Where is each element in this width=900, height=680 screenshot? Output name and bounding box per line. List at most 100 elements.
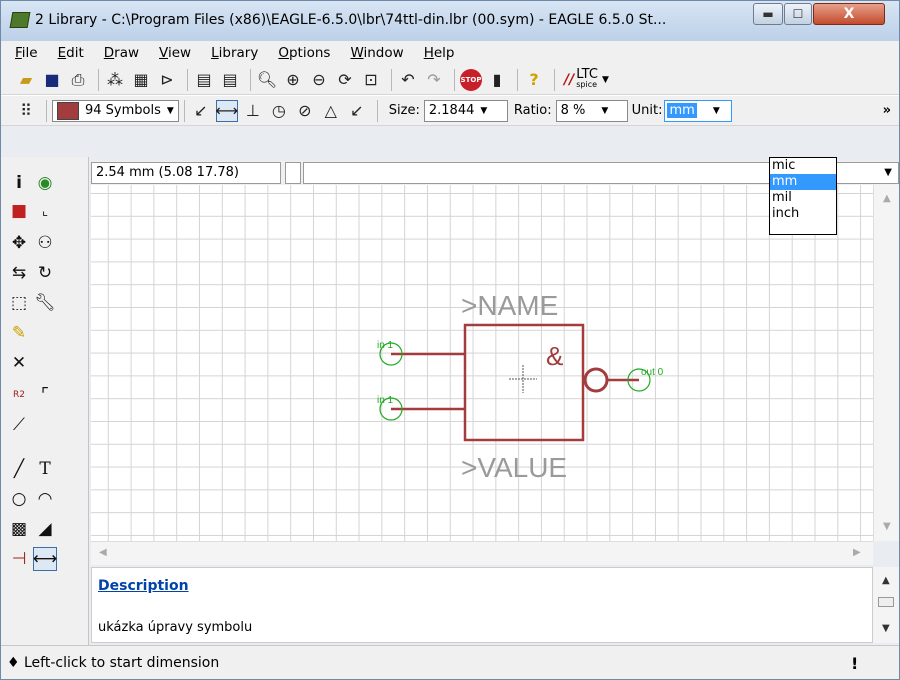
grid-icon[interactable]: ⠿ [15, 100, 37, 122]
save-icon[interactable]: ■ [41, 69, 63, 91]
unit-option-mm[interactable]: mm [770, 174, 836, 190]
zoom-out-icon[interactable]: ⊖ [308, 69, 330, 91]
dimension-icon[interactable]: ⟷ [33, 547, 57, 571]
pin-label-out: out 0 [641, 367, 664, 378]
separator [554, 68, 555, 91]
coordinate-toggle[interactable] [285, 162, 301, 184]
menu-bar: File Edit Draw View Library Options Wind… [1, 41, 899, 65]
stop-command-icon[interactable]: ! [851, 654, 858, 673]
scroll-thumb[interactable] [878, 597, 894, 607]
gate-body[interactable] [463, 323, 585, 442]
horizontal-scrollbar[interactable]: ◀ ▶ [91, 541, 873, 565]
separator [98, 68, 99, 91]
dimension-aligned-icon[interactable]: ↙ [190, 100, 212, 122]
redraw-icon[interactable]: ⟳ [334, 69, 356, 91]
text-icon[interactable]: T [33, 457, 57, 481]
schematic-icon[interactable]: ⊳ [156, 69, 178, 91]
drawing-canvas[interactable]: >NAME >VALUE & in 1 in 1 out 0 [91, 185, 873, 541]
open-icon[interactable]: ▰ [15, 69, 37, 91]
group-icon[interactable]: ⬚ [7, 291, 31, 315]
ltc-logo-icon: // [564, 71, 575, 88]
cam-icon[interactable]: ⁂ [104, 69, 126, 91]
stop-icon[interactable]: STOP [460, 68, 482, 91]
dimension-vertical-icon[interactable]: ⊥ [242, 100, 264, 122]
menu-window[interactable]: Window [340, 45, 413, 61]
size-value: 2.1844 [428, 103, 475, 118]
unit-option-mil[interactable]: mil [770, 190, 836, 206]
wire-icon[interactable]: ╱ [7, 457, 31, 481]
ltc-spice-button[interactable]: // LTC spice ▼ [564, 66, 609, 90]
pin-icon[interactable]: ⊣ [7, 547, 31, 571]
polygon-icon[interactable]: ◢ [33, 517, 57, 541]
scroll-right-icon[interactable]: ▶ [853, 547, 861, 558]
toolbar-overflow-button[interactable]: » [883, 103, 891, 118]
display-layers-icon[interactable]: ■ [7, 199, 31, 223]
app-icon [9, 12, 31, 28]
name-icon[interactable]: R2 [7, 383, 31, 407]
menu-edit[interactable]: Edit [48, 45, 94, 61]
info-icon[interactable]: i [7, 171, 31, 195]
print-icon[interactable]: ⎙ [67, 69, 89, 91]
board-icon[interactable]: ▦ [130, 69, 152, 91]
unit-option-inch[interactable]: inch [770, 206, 836, 222]
zoom-select-icon[interactable]: ⊡ [360, 69, 382, 91]
unit-combo[interactable]: mm ▼ [664, 99, 733, 122]
redo-icon[interactable]: ↷ [423, 69, 445, 91]
vertical-scrollbar[interactable]: ▲ ▼ [873, 185, 899, 541]
layer-combo[interactable]: 94 Symbols ▼ [52, 99, 179, 122]
go-icon[interactable]: ▮ [486, 69, 508, 91]
separator [391, 68, 392, 91]
eagle-window: 2 Library - C:\Program Files (x86)\EAGLE… [0, 0, 900, 680]
paste-icon[interactable]: ✎ [7, 321, 31, 345]
menu-draw[interactable]: Draw [94, 45, 149, 61]
circle-icon[interactable]: ○ [7, 487, 31, 511]
delete-icon[interactable]: ✕ [7, 351, 31, 375]
scroll-left-icon[interactable]: ◀ [99, 547, 107, 558]
ulp-icon[interactable]: ▤ [219, 69, 241, 91]
scroll-down-icon[interactable]: ▼ [882, 623, 890, 634]
change-icon[interactable]: 🔧︎ [33, 291, 57, 315]
menu-file[interactable]: File [5, 45, 48, 61]
dimension-angle-icon[interactable]: △ [320, 100, 342, 122]
help-icon[interactable]: ? [523, 69, 545, 91]
dimension-diameter-icon[interactable]: ⊘ [294, 100, 316, 122]
ltc-main-label: LTC [576, 66, 598, 82]
main-toolbar: ▰ ■ ⎙ ⁂ ▦ ⊳ ▤ ▤ 🔍︎ ⊕ ⊖ ⟳ ⊡ ↶ ↷ STOP ▮ ? … [1, 65, 899, 95]
rect-icon[interactable]: ▩ [7, 517, 31, 541]
ratio-combo[interactable]: 8 % ▼ [555, 99, 628, 122]
mirror-icon[interactable]: ⇆ [7, 261, 31, 285]
copy-icon[interactable]: ⚇ [33, 231, 57, 255]
zoom-fit-icon[interactable]: 🔍︎ [256, 69, 278, 91]
close-button[interactable]: X [813, 3, 885, 25]
scroll-down-icon[interactable]: ▼ [883, 521, 891, 532]
menu-library[interactable]: Library [201, 45, 268, 61]
menu-help[interactable]: Help [414, 45, 465, 61]
unit-option-mic[interactable]: mic [770, 158, 836, 174]
show-icon[interactable]: ◉ [33, 171, 57, 195]
undo-icon[interactable]: ↶ [397, 69, 419, 91]
size-combo[interactable]: 2.1844 ▼ [423, 99, 508, 122]
parameter-toolbar: ⠿ 94 Symbols ▼ ↙ ⟷ ⊥ ◷ ⊘ △ ↙ Size: 2.184… [1, 95, 899, 126]
menu-view[interactable]: View [149, 45, 201, 61]
menu-options[interactable]: Options [268, 45, 340, 61]
script-icon[interactable]: ▤ [193, 69, 215, 91]
dimension-horizontal-icon[interactable]: ⟷ [215, 99, 238, 122]
split-icon[interactable]: ⟋ [7, 413, 31, 437]
scroll-up-icon[interactable]: ▲ [882, 575, 890, 586]
dimension-leader-icon[interactable]: ↙ [346, 100, 368, 122]
dimension-radius-icon[interactable]: ◷ [268, 100, 290, 122]
chevron-down-icon: ▼ [712, 105, 720, 116]
minimize-button[interactable]: ▬ [753, 3, 783, 25]
description-link[interactable]: Description [98, 578, 189, 594]
description-scrollbar[interactable]: ▲ ▼ [873, 567, 899, 643]
mark-icon[interactable]: ⌞ [33, 199, 57, 223]
miter-icon[interactable]: ⌜ [33, 383, 57, 407]
unit-dropdown-list: mic mm mil inch [769, 157, 837, 235]
gate-label: & [546, 341, 563, 371]
scroll-up-icon[interactable]: ▲ [883, 193, 891, 204]
rotate-icon[interactable]: ↻ [33, 261, 57, 285]
zoom-in-icon[interactable]: ⊕ [282, 69, 304, 91]
arc-icon[interactable]: ◠ [33, 487, 57, 511]
maximize-button[interactable]: ☐ [784, 3, 812, 25]
move-icon[interactable]: ✥ [7, 231, 31, 255]
